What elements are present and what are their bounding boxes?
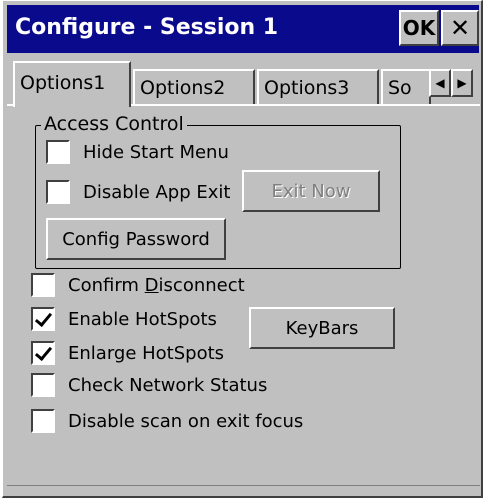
access-control-label: Access Control [41,112,187,136]
tab-options2[interactable]: Options2 [133,69,255,105]
enlarge-hotspots-option[interactable]: Enlarge HotSpots [31,341,224,365]
enlarge-hotspots-label: Enlarge HotSpots [68,342,225,364]
access-control-group: Access Control Hide Start Menu Disable A… [35,112,401,269]
disable-scan-checkbox[interactable] [31,409,55,433]
configure-window: Configure - Session 1 OK ✕ Options1 Opti… [2,0,483,498]
disable-app-exit-option[interactable]: Disable App Exit [46,180,230,204]
disable-scan-label: Disable scan on exit focus [68,410,304,432]
enable-hotspots-option[interactable]: Enable HotSpots [31,307,217,331]
arrow-left-icon: ◀ [435,76,445,90]
enable-hotspots-label: Enable HotSpots [68,308,217,330]
tab-options3[interactable]: Options3 [257,69,379,105]
disable-app-exit-checkbox[interactable] [46,180,70,204]
options1-panel: Access Control Hide Start Menu Disable A… [7,105,480,495]
close-icon: ✕ [449,14,471,42]
config-password-button[interactable]: Config Password [46,218,226,260]
check-network-status-option[interactable]: Check Network Status [31,373,267,397]
hide-start-menu-option[interactable]: Hide Start Menu [46,140,229,164]
tab-options1[interactable]: Options1 [13,61,131,107]
disable-app-exit-label: Disable App Exit [83,181,231,203]
disable-scan-option[interactable]: Disable scan on exit focus [31,409,303,433]
hide-start-menu-label: Hide Start Menu [83,141,229,163]
enlarge-hotspots-checkbox[interactable] [31,341,55,365]
confirm-disconnect-checkbox[interactable] [31,273,55,297]
tab-scroll-right-button[interactable]: ▶ [451,69,473,97]
tab-scroll-left-button[interactable]: ◀ [429,69,451,97]
tab-so[interactable]: So [381,69,431,105]
check-network-status-label: Check Network Status [68,374,268,396]
confirm-disconnect-label: Confirm Disconnect [68,274,245,296]
exit-now-button[interactable]: Exit Now [242,170,380,212]
title-bar: Configure - Session 1 OK ✕ [7,5,479,53]
close-button[interactable]: ✕ [441,10,479,46]
arrow-right-icon: ▶ [457,76,467,90]
panel-bottom-border [7,485,480,486]
check-network-status-checkbox[interactable] [31,373,55,397]
keybars-button[interactable]: KeyBars [249,307,395,349]
confirm-disconnect-option[interactable]: Confirm Disconnect [31,273,245,297]
enable-hotspots-checkbox[interactable] [31,307,55,331]
ok-button[interactable]: OK [399,10,439,46]
window-title: Configure - Session 1 [15,15,279,40]
hide-start-menu-checkbox[interactable] [46,140,70,164]
